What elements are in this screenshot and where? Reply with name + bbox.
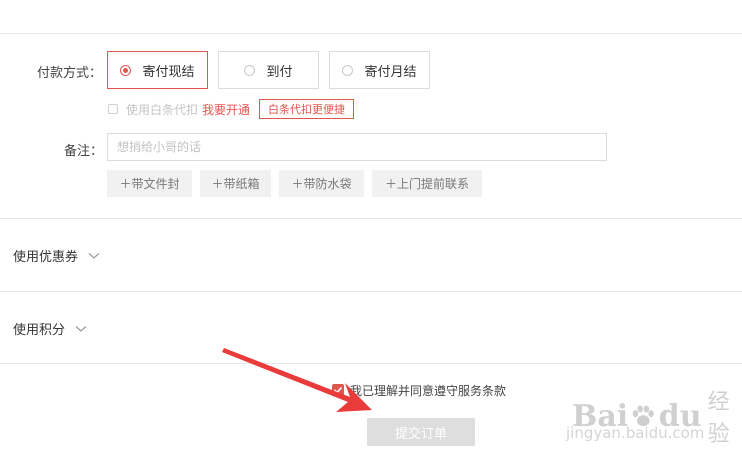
payment-option-label: 寄付月结 — [364, 64, 417, 80]
baitiao-text: 使用白条代扣 — [126, 102, 199, 117]
remark-input[interactable] — [107, 133, 607, 161]
radio-checked-icon — [120, 64, 132, 76]
baitiao-checkbox[interactable] — [108, 104, 118, 114]
radio-unchecked-icon — [244, 64, 256, 76]
payment-option-monthly[interactable]: 寄付月结 — [329, 51, 430, 89]
chip-document-envelope[interactable]: ＋带文件封 — [107, 170, 192, 197]
watermark-cn: 经验 — [707, 390, 730, 447]
payment-option-label: 到付 — [266, 64, 293, 80]
chevron-down-icon — [88, 252, 100, 259]
agreement-checkbox[interactable] — [332, 384, 344, 396]
chip-carton-box[interactable]: ＋带纸箱 — [200, 170, 271, 197]
section-divider — [0, 291, 742, 292]
agreement-row: 我已理解并同意遵守服务条款 — [332, 381, 506, 399]
baitiao-open-link[interactable]: 我要开通 — [202, 101, 250, 118]
points-section-toggle[interactable]: 使用积分 — [13, 319, 87, 338]
submit-order-button[interactable]: 提交订单 — [367, 418, 475, 446]
payment-option-cod[interactable]: 到付 — [218, 51, 319, 89]
watermark-url: jingyan.baidu.com — [566, 424, 705, 442]
baitiao-row: 使用白条代扣 我要开通 白条代扣更便捷 — [108, 99, 355, 119]
chevron-down-icon — [75, 325, 87, 332]
agreement-text[interactable]: 我已理解并同意遵守服务条款 — [350, 382, 506, 399]
section-divider — [0, 218, 742, 219]
radio-unchecked-icon — [342, 64, 354, 76]
checkmark-icon — [333, 386, 343, 394]
coupon-section-toggle[interactable]: 使用优惠券 — [13, 246, 100, 265]
chip-waterproof-bag[interactable]: ＋带防水袋 — [279, 170, 364, 197]
chip-contact-before-pickup[interactable]: ＋上门提前联系 — [372, 170, 482, 197]
payment-option-prepaid-cash[interactable]: 寄付现结 — [107, 51, 208, 89]
coupon-title: 使用优惠券 — [13, 250, 79, 265]
payment-method-label: 付款方式： — [37, 66, 103, 81]
top-divider — [0, 33, 742, 34]
baitiao-promo-tag[interactable]: 白条代扣更便捷 — [259, 99, 355, 119]
points-title: 使用积分 — [13, 323, 66, 338]
remark-label: 备注： — [64, 144, 104, 159]
payment-option-label: 寄付现结 — [142, 64, 195, 80]
section-divider — [0, 363, 742, 364]
